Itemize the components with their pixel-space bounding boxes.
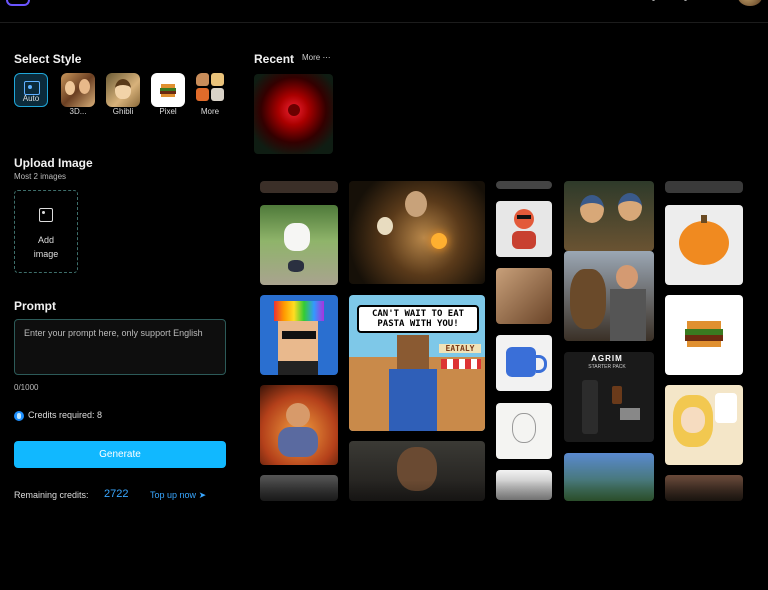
- gallery-tile-dreadlocks[interactable]: [349, 441, 485, 501]
- add-image-label-line2: image: [33, 249, 59, 259]
- gallery-tile[interactable]: [665, 181, 743, 193]
- gallery-tile-starter-pack[interactable]: AGRIM STARTER PACK: [564, 352, 654, 442]
- style-auto-label: Auto: [22, 94, 40, 103]
- gallery-tile-ghibli-dog[interactable]: [260, 205, 338, 285]
- add-image-label: Add image: [15, 233, 77, 261]
- style-ghibli-label: Ghibli: [112, 107, 134, 116]
- agrim-title: AGRIM: [591, 354, 623, 363]
- menu-dot-icon[interactable]: [652, 0, 655, 1]
- add-image-label-line1: Add: [37, 235, 54, 245]
- gallery-tile-cartoon-crowd[interactable]: [564, 453, 654, 501]
- prompt-input[interactable]: Enter your prompt here, only support Eng…: [14, 319, 226, 375]
- gallery-tile-pixel-pasta[interactable]: CAN'T WAIT TO EAT PASTA WITH YOU! EATALY: [349, 295, 485, 431]
- recent-rose-thumbnail[interactable]: [254, 74, 333, 154]
- top-bar: [0, 0, 768, 23]
- gallery-tile-pearl-earring[interactable]: [564, 181, 654, 251]
- prompt-counter: 0/1000: [14, 383, 39, 392]
- gallery-tile[interactable]: [260, 475, 338, 501]
- recent-more-button[interactable]: More ⋯: [302, 53, 330, 62]
- gallery-tile-mug[interactable]: [496, 335, 552, 391]
- ellipsis-icon: ⋯: [322, 53, 331, 62]
- gallery-tile-fire-man[interactable]: [260, 385, 338, 465]
- rocket-icon: ➤: [198, 490, 207, 500]
- image-icon: [39, 208, 53, 222]
- image-ai-icon: [24, 81, 40, 95]
- user-avatar[interactable]: [738, 0, 762, 6]
- generate-button[interactable]: Generate: [14, 441, 226, 468]
- select-style-title: Select Style: [14, 52, 82, 66]
- style-pixel-label: Pixel: [159, 107, 177, 116]
- style-ghibli-button[interactable]: [106, 73, 140, 107]
- style-pixel-button[interactable]: [151, 73, 185, 107]
- gallery-tile-3d-girl[interactable]: [496, 201, 552, 257]
- top-up-link[interactable]: Top up now ➤: [150, 490, 206, 501]
- logo-icon[interactable]: [6, 0, 30, 6]
- prompt-title: Prompt: [14, 299, 56, 313]
- gallery-tile[interactable]: [665, 475, 743, 501]
- credit-coin-icon: [14, 410, 24, 421]
- gallery-tile-anime-girl[interactable]: [665, 385, 743, 465]
- gallery-tile[interactable]: [260, 181, 338, 193]
- recent-more-label: More: [302, 53, 321, 62]
- gallery-tile-eagle-man[interactable]: [564, 251, 654, 341]
- gallery-tile-pixel-punk[interactable]: [260, 295, 338, 375]
- remaining-credits-value: 2722: [104, 488, 129, 500]
- credits-required-text: Credits required: 8: [28, 410, 103, 420]
- style-3d-label: 3D...: [69, 107, 87, 116]
- style-auto-button[interactable]: Auto: [14, 73, 48, 107]
- gallery-tile-skull-angel[interactable]: [349, 181, 485, 284]
- gallery-tile-family[interactable]: [496, 268, 552, 324]
- upload-image-title: Upload Image: [14, 156, 93, 170]
- eataly-sign: EATALY: [439, 344, 481, 353]
- gallery-tile[interactable]: [496, 181, 552, 189]
- notification-dot-icon[interactable]: [684, 0, 687, 1]
- remaining-credits-label: Remaining credits:: [14, 490, 89, 500]
- gallery-tile-pumpkin[interactable]: [665, 205, 743, 285]
- recent-title: Recent: [254, 52, 295, 66]
- gallery-tile-sketch[interactable]: [496, 403, 552, 459]
- top-up-label: Top up now: [150, 490, 197, 500]
- credits-required: Credits required: 8: [14, 410, 102, 421]
- style-3d-button[interactable]: [61, 73, 95, 107]
- pasta-speech-bubble: CAN'T WAIT TO EAT PASTA WITH YOU!: [357, 305, 479, 333]
- gallery-tile[interactable]: [496, 470, 552, 500]
- upload-image-hint: Most 2 images: [14, 172, 67, 181]
- style-more-label: More: [200, 107, 220, 116]
- style-more-button[interactable]: [196, 73, 230, 107]
- add-image-button[interactable]: Add image: [14, 190, 78, 273]
- agrim-subtitle: STARTER PACK: [588, 364, 626, 370]
- gallery-tile-pixel-burger[interactable]: [665, 295, 743, 375]
